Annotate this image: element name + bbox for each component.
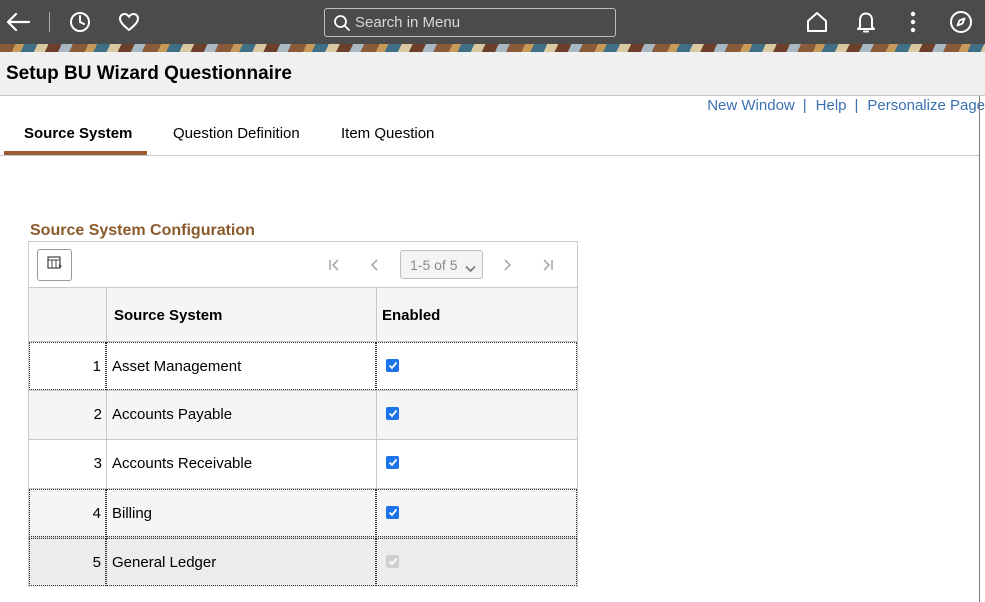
- page-title-bar: Setup BU Wizard Questionnaire: [0, 52, 985, 96]
- column-header-label: Source System: [114, 307, 223, 324]
- source-system-name: General Ledger: [106, 538, 376, 586]
- next-page-icon[interactable]: [496, 254, 518, 276]
- actions-kebab-icon[interactable]: [899, 8, 927, 36]
- home-icon[interactable]: [803, 8, 831, 36]
- decorative-banner-strip: [0, 44, 985, 52]
- tab-source-system[interactable]: Source System: [24, 125, 132, 142]
- row-number: 4: [29, 489, 106, 537]
- navbar-compass-icon[interactable]: [947, 8, 975, 36]
- window-edge: [979, 96, 980, 602]
- enabled-checkbox[interactable]: [386, 506, 399, 519]
- top-banner: [0, 0, 985, 44]
- search-box[interactable]: [324, 8, 616, 37]
- source-system-name: Billing: [106, 489, 376, 537]
- enabled-cell: [376, 538, 577, 586]
- grid-options-icon: [46, 255, 63, 275]
- enabled-cell: [376, 391, 577, 439]
- source-system-name: Asset Management: [106, 342, 376, 390]
- column-header-enabled: Enabled: [376, 288, 577, 342]
- help-link[interactable]: Help: [816, 97, 847, 115]
- column-header-row-number: [29, 288, 106, 342]
- source-system-name: Accounts Payable: [106, 391, 376, 439]
- back-arrow-icon[interactable]: [4, 8, 32, 36]
- tab-item-question[interactable]: Item Question: [341, 125, 434, 142]
- enabled-cell: [376, 440, 577, 488]
- row-number: 1: [29, 342, 106, 390]
- row-number: 3: [93, 455, 102, 472]
- page-range-label: 1-5 of 5: [410, 256, 458, 273]
- grid-toolbar: 1-5 of 5: [29, 242, 577, 288]
- enabled-checkbox[interactable]: [386, 407, 399, 420]
- recent-clock-icon[interactable]: [66, 8, 94, 36]
- previous-page-icon[interactable]: [364, 254, 386, 276]
- table-row: 5 General Ledger: [29, 538, 577, 587]
- row-number: 5: [29, 538, 106, 586]
- enabled-checkbox-disabled: [386, 555, 399, 568]
- chevron-down-icon: [465, 260, 476, 276]
- enabled-cell: [376, 342, 577, 390]
- enabled-cell: [376, 489, 577, 537]
- section-title: Source System Configuration: [30, 222, 255, 239]
- active-tab-indicator: [4, 151, 147, 155]
- last-page-icon[interactable]: [537, 254, 559, 276]
- link-separator: |: [802, 97, 807, 114]
- favorites-heart-icon[interactable]: [115, 8, 143, 36]
- enabled-checkbox[interactable]: [386, 456, 399, 469]
- table-row: 2 Accounts Payable: [29, 391, 577, 440]
- toolbar-divider: [49, 12, 50, 32]
- source-system-grid: 1-5 of 5 Source System Enabled 1 Asset M…: [28, 241, 578, 587]
- page-links: New Window | Help | Personalize Page: [707, 97, 985, 115]
- link-separator: |: [854, 97, 859, 114]
- row-number: 2: [93, 406, 102, 423]
- page-range-select[interactable]: 1-5 of 5: [400, 250, 483, 279]
- enabled-checkbox[interactable]: [386, 359, 399, 372]
- column-header-label: Enabled: [382, 307, 441, 324]
- search-icon: [333, 14, 351, 32]
- tab-question-definition[interactable]: Question Definition: [173, 125, 300, 142]
- table-row: 4 Billing: [29, 489, 577, 538]
- search-input[interactable]: [355, 9, 610, 36]
- personalize-page-link[interactable]: Personalize Page: [867, 97, 985, 115]
- new-window-link[interactable]: New Window: [707, 97, 795, 115]
- notifications-bell-icon[interactable]: [852, 8, 880, 36]
- source-system-name: Accounts Receivable: [106, 440, 376, 488]
- table-row: 1 Asset Management: [29, 342, 577, 391]
- tab-bar: Source System Question Definition Item Q…: [0, 115, 980, 156]
- column-header-source-system: Source System: [106, 288, 376, 342]
- first-page-icon[interactable]: [323, 254, 345, 276]
- grid-options-button[interactable]: [37, 249, 72, 281]
- page-title: Setup BU Wizard Questionnaire: [6, 63, 292, 84]
- table-row: 3 Accounts Receivable: [29, 440, 577, 489]
